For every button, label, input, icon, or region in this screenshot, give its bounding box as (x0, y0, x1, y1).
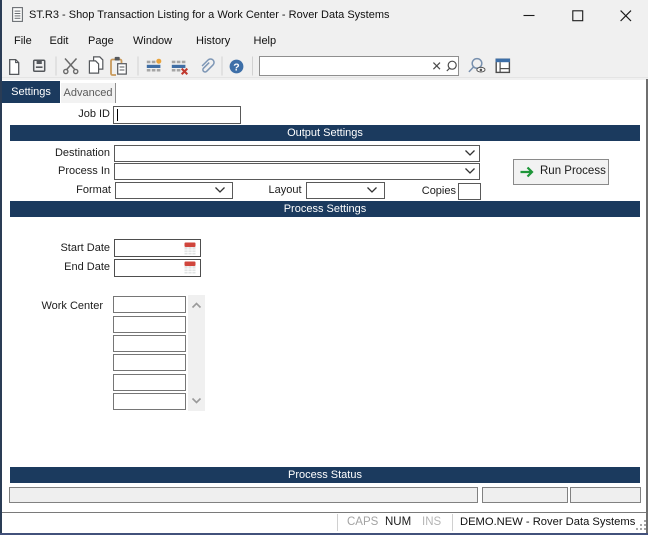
svg-text:?: ? (233, 62, 239, 74)
